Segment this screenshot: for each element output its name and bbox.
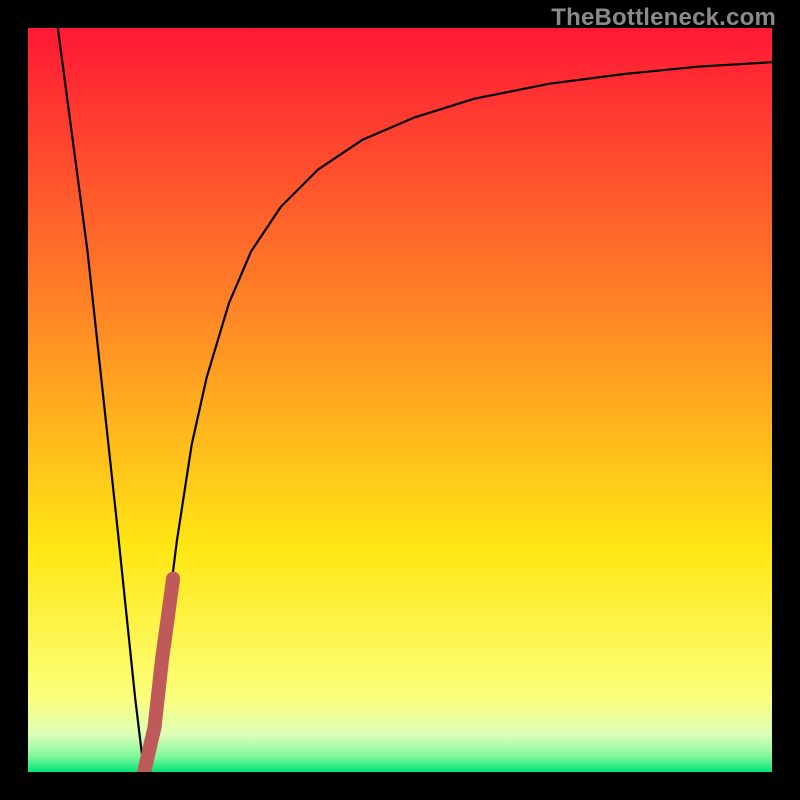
bottleneck-plot <box>28 28 772 772</box>
chart-frame: TheBottleneck.com <box>0 0 800 800</box>
watermark-text: TheBottleneck.com <box>551 4 776 32</box>
plot-background <box>28 28 772 772</box>
